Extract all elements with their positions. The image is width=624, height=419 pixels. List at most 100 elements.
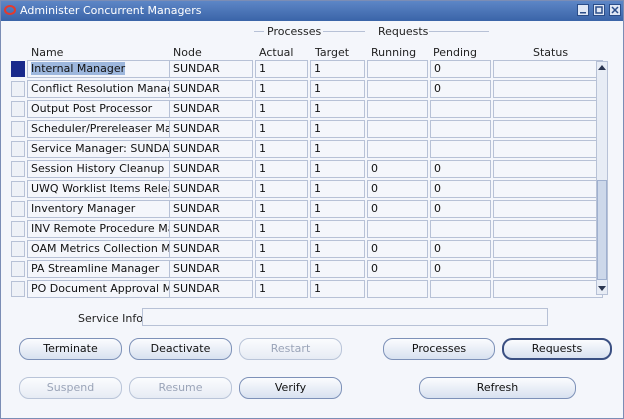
row-selector[interactable]	[11, 161, 25, 177]
cell-node[interactable]: SUNDAR	[169, 280, 253, 298]
cell-actual[interactable]: 1	[255, 100, 308, 118]
cell-node[interactable]: SUNDAR	[169, 180, 253, 198]
cell-target[interactable]: 1	[310, 60, 365, 78]
cell-target[interactable]: 1	[310, 280, 365, 298]
cell-node[interactable]: SUNDAR	[169, 60, 253, 78]
service-info-field[interactable]	[142, 308, 548, 326]
cell-name[interactable]: PA Streamline Manager	[27, 260, 177, 278]
table-row[interactable]: PO Document Approval Mana SUNDAR 1 1	[11, 280, 611, 298]
cell-running[interactable]	[367, 100, 428, 118]
cell-pending[interactable]: 0	[430, 80, 491, 98]
cell-target[interactable]: 1	[310, 240, 365, 258]
table-row[interactable]: OAM Metrics Collection Man SUNDAR 1 1 0 0	[11, 240, 611, 258]
cell-node[interactable]: SUNDAR	[169, 80, 253, 98]
table-row[interactable]: Service Manager: SUNDAR SUNDAR 1 1	[11, 140, 611, 158]
cell-pending[interactable]: 0	[430, 60, 491, 78]
cell-status[interactable]	[493, 80, 603, 98]
cell-node[interactable]: SUNDAR	[169, 120, 253, 138]
cell-target[interactable]: 1	[310, 260, 365, 278]
cell-actual[interactable]: 1	[255, 260, 308, 278]
cell-status[interactable]	[493, 160, 603, 178]
cell-target[interactable]: 1	[310, 220, 365, 238]
cell-target[interactable]: 1	[310, 100, 365, 118]
cell-actual[interactable]: 1	[255, 160, 308, 178]
cell-pending[interactable]: 0	[430, 200, 491, 218]
minimize-icon[interactable]	[577, 4, 589, 16]
maximize-icon[interactable]	[593, 4, 605, 16]
cell-actual[interactable]: 1	[255, 240, 308, 258]
cell-running[interactable]	[367, 220, 428, 238]
cell-status[interactable]	[493, 280, 603, 298]
cell-status[interactable]	[493, 240, 603, 258]
table-row[interactable]: Inventory Manager SUNDAR 1 1 0 0	[11, 200, 611, 218]
cell-name[interactable]: Scheduler/Prereleaser Manag	[27, 120, 177, 138]
cell-status[interactable]	[493, 180, 603, 198]
cell-status[interactable]	[493, 260, 603, 278]
row-selector[interactable]	[11, 261, 25, 277]
cell-running[interactable]: 0	[367, 260, 428, 278]
cell-pending[interactable]: 0	[430, 240, 491, 258]
cell-pending[interactable]: 0	[430, 160, 491, 178]
table-row[interactable]: Session History Cleanup SUNDAR 1 1 0 0	[11, 160, 611, 178]
cell-pending[interactable]: 0	[430, 180, 491, 198]
cell-pending[interactable]: 0	[430, 260, 491, 278]
cell-running[interactable]: 0	[367, 160, 428, 178]
cell-actual[interactable]: 1	[255, 180, 308, 198]
row-selector[interactable]	[11, 101, 25, 117]
cell-pending[interactable]	[430, 120, 491, 138]
terminate-button[interactable]: Terminate	[19, 338, 122, 360]
cell-node[interactable]: SUNDAR	[169, 220, 253, 238]
cell-actual[interactable]: 1	[255, 140, 308, 158]
cell-name[interactable]: Inventory Manager	[27, 200, 177, 218]
cell-pending[interactable]	[430, 100, 491, 118]
cell-node[interactable]: SUNDAR	[169, 240, 253, 258]
cell-pending[interactable]	[430, 140, 491, 158]
cell-running[interactable]	[367, 120, 428, 138]
row-selector[interactable]	[11, 141, 25, 157]
cell-target[interactable]: 1	[310, 80, 365, 98]
cell-status[interactable]	[493, 120, 603, 138]
table-row[interactable]: UWQ Worklist Items Release SUNDAR 1 1 0 0	[11, 180, 611, 198]
scroll-down-arrow-icon[interactable]	[598, 286, 606, 292]
cell-running[interactable]	[367, 140, 428, 158]
cell-running[interactable]: 0	[367, 200, 428, 218]
cell-actual[interactable]: 1	[255, 280, 308, 298]
cell-name[interactable]: OAM Metrics Collection Man	[27, 240, 177, 258]
cell-status[interactable]	[493, 140, 603, 158]
row-selector[interactable]	[11, 181, 25, 197]
scroll-up-arrow-icon[interactable]	[598, 64, 606, 70]
table-row[interactable]: Internal Manager SUNDAR 1 1 0	[11, 60, 611, 78]
cell-actual[interactable]: 1	[255, 200, 308, 218]
cell-pending[interactable]	[430, 220, 491, 238]
cell-running[interactable]	[367, 60, 428, 78]
cell-running[interactable]: 0	[367, 240, 428, 258]
row-selector[interactable]	[11, 241, 25, 257]
cell-name[interactable]: UWQ Worklist Items Release	[27, 180, 177, 198]
resume-button[interactable]: Resume	[129, 377, 232, 399]
cell-status[interactable]	[493, 200, 603, 218]
table-vertical-scrollbar[interactable]	[596, 61, 608, 295]
cell-actual[interactable]: 1	[255, 120, 308, 138]
cell-actual[interactable]: 1	[255, 220, 308, 238]
cell-name[interactable]: INV Remote Procedure Mana	[27, 220, 177, 238]
row-selector[interactable]	[11, 81, 25, 97]
cell-name[interactable]: PO Document Approval Mana	[27, 280, 177, 298]
row-selector[interactable]	[11, 61, 25, 77]
cell-node[interactable]: SUNDAR	[169, 160, 253, 178]
close-icon[interactable]	[609, 4, 621, 16]
cell-name[interactable]: Internal Manager	[27, 60, 177, 78]
cell-name[interactable]: Service Manager: SUNDAR	[27, 140, 177, 158]
cell-name[interactable]: Session History Cleanup	[27, 160, 177, 178]
row-selector[interactable]	[11, 281, 25, 297]
table-row[interactable]: Conflict Resolution Manager SUNDAR 1 1 0	[11, 80, 611, 98]
cell-target[interactable]: 1	[310, 120, 365, 138]
cell-status[interactable]	[493, 60, 603, 78]
verify-button[interactable]: Verify	[239, 377, 342, 399]
suspend-button[interactable]: Suspend	[19, 377, 122, 399]
table-row[interactable]: PA Streamline Manager SUNDAR 1 1 0 0	[11, 260, 611, 278]
cell-running[interactable]: 0	[367, 180, 428, 198]
cell-name[interactable]: Conflict Resolution Manager	[27, 80, 177, 98]
table-row[interactable]: INV Remote Procedure Mana SUNDAR 1 1	[11, 220, 611, 238]
row-selector[interactable]	[11, 221, 25, 237]
cell-status[interactable]	[493, 220, 603, 238]
